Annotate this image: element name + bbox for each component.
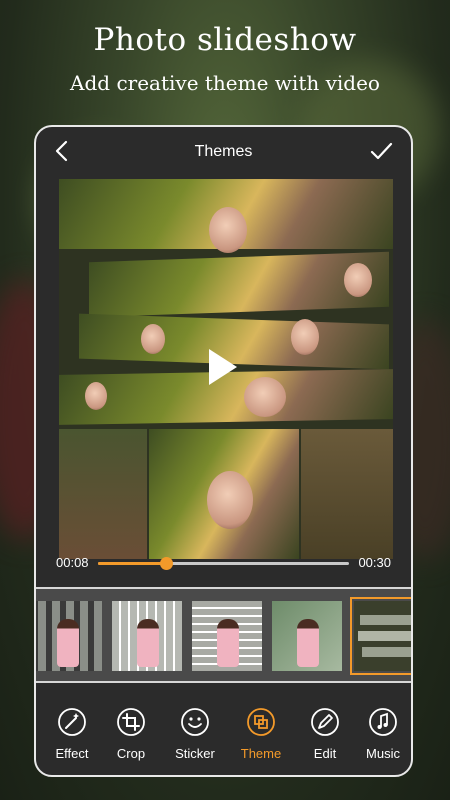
tool-crop[interactable]: Crop [101,707,161,761]
magic-wand-icon [58,708,86,736]
total-time: 00:30 [358,555,391,570]
preview-strip [301,429,393,559]
seek-bar-fill [98,562,166,565]
preview-strip [59,429,147,559]
tool-label: Theme [240,746,282,761]
theme-thumbnail-strip [36,587,411,683]
portrait-face [141,324,165,354]
thumb-figure [297,619,319,667]
theme-icon [247,708,275,736]
theme-thumbnail[interactable] [36,601,102,671]
pencil-icon [311,708,339,736]
tool-music[interactable]: Music [353,707,411,761]
tool-theme[interactable]: Theme [231,707,291,761]
tool-label: Music [366,746,400,761]
check-icon[interactable] [369,139,393,163]
play-icon[interactable] [209,349,237,385]
portrait-face [291,319,319,355]
crop-icon [117,708,145,736]
thumb-pattern [360,615,411,625]
playback-timeline: 00:08 00:30 [36,553,411,573]
portrait-face [209,207,247,253]
thumb-figure [217,619,239,667]
portrait-face [344,263,372,297]
top-bar: Themes [36,127,411,177]
promo-subtitle: Add creative theme with video [70,71,380,95]
theme-thumbnail[interactable] [272,601,342,671]
thumb-figure [57,619,79,667]
portrait-face [244,377,286,417]
portrait-face [207,471,253,529]
tool-label: Edit [313,746,337,761]
tool-sticker[interactable]: Sticker [165,707,225,761]
tool-effect[interactable]: Effect [42,707,102,761]
tool-label: Effect [55,746,89,761]
thumb-pattern [358,631,411,641]
screen-title: Themes [194,143,253,160]
tool-label: Crop [116,746,146,761]
theme-thumbnail[interactable] [112,601,182,671]
tool-label: Sticker [175,746,215,761]
editing-toolbar: Effect Crop Sticker Theme Edit Music [36,697,411,775]
seek-handle[interactable] [159,557,173,570]
video-preview[interactable] [59,179,393,559]
theme-thumbnail[interactable] [192,601,262,671]
smiley-icon [181,708,209,736]
phone-frame: Themes 00:08 00:30 Effect Crop Sticker T… [34,125,413,777]
tool-edit[interactable]: Edit [295,707,355,761]
portrait-face [85,382,107,410]
seek-bar[interactable] [98,557,349,570]
thumb-pattern [362,647,411,657]
current-time: 00:08 [56,555,89,570]
theme-thumbnail-selected[interactable] [350,597,411,675]
promo-title: Photo slideshow [93,22,357,58]
thumb-figure [137,619,159,667]
music-note-icon [369,708,397,736]
